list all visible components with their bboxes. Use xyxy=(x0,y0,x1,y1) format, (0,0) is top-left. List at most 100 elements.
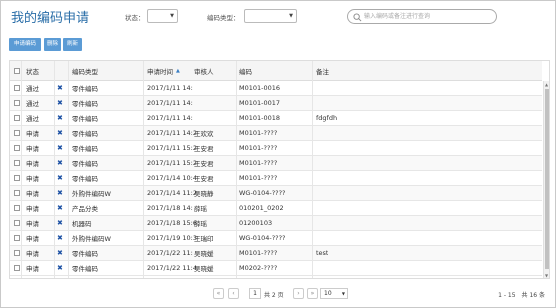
table-row[interactable]: 通过 ✖ 零件编码 2017/1/11 14: M0101-0017 xyxy=(10,96,542,111)
delete-row-icon[interactable]: ✖ xyxy=(57,96,63,110)
status-cell: 申请 xyxy=(26,220,39,228)
column-header-reviewer[interactable]: 审核人 xyxy=(194,61,214,80)
table-row[interactable]: 通过 ✖ 零件编码 2017/1/11 14: M0101-0016 xyxy=(10,81,542,96)
table-row[interactable]: 申请 ✖ 零件编码 2017/1/11 14:2 王欢欢 M0101-???? xyxy=(10,126,542,141)
code-type-cell: 零件编码 xyxy=(72,160,98,168)
delete-row-icon[interactable]: ✖ xyxy=(57,246,63,260)
column-header-code[interactable]: 编码 xyxy=(239,61,252,80)
status-cell: 申请 xyxy=(26,235,39,243)
apply-time-cell: 2017/1/11 14: xyxy=(147,99,193,107)
code-cell: M0101-0017 xyxy=(239,99,281,107)
status-cell: 申请 xyxy=(26,190,39,198)
page-number-input[interactable]: 1 xyxy=(249,288,261,299)
scrollbar-thumb[interactable] xyxy=(545,89,549,269)
apply-code-button[interactable]: 申请编码 xyxy=(9,38,41,51)
sort-ascending-icon[interactable]: ▲ xyxy=(176,68,180,74)
apply-time-cell: 2017/1/18 14: xyxy=(147,204,193,212)
remark-cell: test xyxy=(316,249,329,257)
row-checkbox[interactable] xyxy=(14,96,20,110)
reviewer-cell: 薛瑶 xyxy=(194,220,207,228)
status-cell: 通过 xyxy=(26,100,39,108)
status-cell: 申请 xyxy=(26,160,39,168)
code-type-cell: 零件编码 xyxy=(72,145,98,153)
row-checkbox[interactable] xyxy=(14,261,20,275)
search-input[interactable] xyxy=(364,11,492,22)
status-cell: 通过 xyxy=(26,85,39,93)
table-row[interactable]: 申请 ✖ 机器码 2017/1/18 15:6 薛瑶 01200103 xyxy=(10,216,542,231)
scroll-up-icon[interactable]: ▲ xyxy=(545,82,548,87)
record-count-summary: 1 - 15 共 16 条 xyxy=(498,292,545,299)
search-box[interactable] xyxy=(347,9,497,24)
code-type-cell: 产品分类 xyxy=(72,205,98,213)
code-cell: M0101-???? xyxy=(239,129,278,137)
reviewer-cell: 吴晓媛 xyxy=(194,265,214,273)
delete-row-icon[interactable]: ✖ xyxy=(57,231,63,245)
row-checkbox[interactable] xyxy=(14,201,20,215)
code-type-cell: 零件编码 xyxy=(72,130,98,138)
delete-row-icon[interactable]: ✖ xyxy=(57,111,63,125)
last-page-button[interactable]: » xyxy=(307,288,318,299)
refresh-button[interactable]: 刷新 xyxy=(63,38,82,51)
search-icon[interactable] xyxy=(353,13,362,22)
code-type-cell: 零件编码 xyxy=(72,175,98,183)
page-size-select[interactable]: 10 ▼ xyxy=(320,288,348,299)
row-checkbox[interactable] xyxy=(14,81,20,95)
delete-row-icon[interactable]: ✖ xyxy=(57,261,63,275)
row-checkbox[interactable] xyxy=(14,111,20,125)
code-cell: M0202-???? xyxy=(239,264,278,272)
column-header-code-type[interactable]: 编码类型 xyxy=(72,61,98,80)
code-cell: M0101-???? xyxy=(239,159,278,167)
delete-row-icon[interactable]: ✖ xyxy=(57,156,63,170)
row-checkbox[interactable] xyxy=(14,156,20,170)
table-row[interactable]: 申请 ✖ 零件编码 2017/1/11 15:2 王安君 M0101-???? xyxy=(10,141,542,156)
vertical-scrollbar[interactable]: ▲ ▼ xyxy=(543,81,549,278)
reviewer-cell: 王安君 xyxy=(194,175,214,183)
status-cell: 申请 xyxy=(26,265,39,273)
code-cell: M0101-???? xyxy=(239,249,278,257)
table-row[interactable]: 申请 ✖ 零件编码 2017/1/11 15:2 王安君 M0101-???? xyxy=(10,156,542,171)
table-row[interactable]: 申请 ✖ 零件编码 2017/1/22 11: 吴晓媛 M0101-???? test xyxy=(10,246,542,261)
reviewer-cell: 吴晓媛 xyxy=(194,250,214,258)
table-row[interactable]: 申请 ✖ 零件编码 2017/1/14 10:4 王安君 M0101-???? xyxy=(10,171,542,186)
delete-row-icon[interactable]: ✖ xyxy=(57,141,63,155)
delete-row-icon[interactable]: ✖ xyxy=(57,186,63,200)
scroll-down-icon[interactable]: ▼ xyxy=(545,273,548,278)
first-page-button[interactable]: « xyxy=(213,288,224,299)
row-checkbox[interactable] xyxy=(14,186,20,200)
status-select[interactable]: ▼ xyxy=(147,9,178,23)
page-title: 我的编码申请 xyxy=(11,11,90,26)
apply-time-cell: 2017/1/11 14: xyxy=(147,84,193,92)
code-cell: M0101-???? xyxy=(239,174,278,182)
prev-page-button[interactable]: ‹ xyxy=(228,288,239,299)
apply-time-cell: 2017/1/11 14:2 xyxy=(147,129,197,137)
table-row[interactable]: 申请 ✖ 外购件编码W 2017/1/19 10:3 王瑞印 WG-0104-???? xyxy=(10,231,542,246)
column-header-apply-time-label: 申请时间 xyxy=(147,67,173,76)
row-checkbox[interactable] xyxy=(14,141,20,155)
chevron-down-icon: ▼ xyxy=(341,291,345,296)
delete-button[interactable]: 删除 xyxy=(44,38,61,51)
code-type-cell: 外购件编码W xyxy=(72,190,111,198)
table-row[interactable]: 申请 ✖ 零件编码 2017/1/22 11:4 吴晓媛 M0202-???? xyxy=(10,261,542,276)
delete-row-icon[interactable]: ✖ xyxy=(57,126,63,140)
code-cell: M0101-???? xyxy=(239,144,278,152)
next-page-button[interactable]: › xyxy=(293,288,304,299)
table-row[interactable]: 通过 ✖ 零件编码 2017/1/11 14: M0101-0018 fdgfdh xyxy=(10,111,542,126)
column-header-apply-time[interactable]: 申请时间 ▲ xyxy=(147,61,180,80)
row-checkbox[interactable] xyxy=(14,246,20,260)
column-header-remark[interactable]: 备注 xyxy=(316,61,329,80)
code-type-select[interactable]: ▼ xyxy=(244,9,297,23)
row-checkbox[interactable] xyxy=(14,216,20,230)
row-checkbox[interactable] xyxy=(14,231,20,245)
row-checkbox[interactable] xyxy=(14,126,20,140)
column-header-status[interactable]: 状态 xyxy=(26,61,39,80)
delete-row-icon[interactable]: ✖ xyxy=(57,216,63,230)
page-size-value: 10 xyxy=(324,290,332,297)
status-cell: 申请 xyxy=(26,175,39,183)
table-row[interactable]: 申请 ✖ 外购件编码W 2017/1/14 11:2 吴晓静 WG-0104-???? xyxy=(10,186,542,201)
select-all-checkbox[interactable] xyxy=(14,61,20,80)
row-checkbox[interactable] xyxy=(14,171,20,185)
table-row[interactable]: 申请 ✖ 产品分类 2017/1/18 14: 薛瑶 010201_0202 xyxy=(10,201,542,216)
delete-row-icon[interactable]: ✖ xyxy=(57,81,63,95)
delete-row-icon[interactable]: ✖ xyxy=(57,171,63,185)
delete-row-icon[interactable]: ✖ xyxy=(57,201,63,215)
